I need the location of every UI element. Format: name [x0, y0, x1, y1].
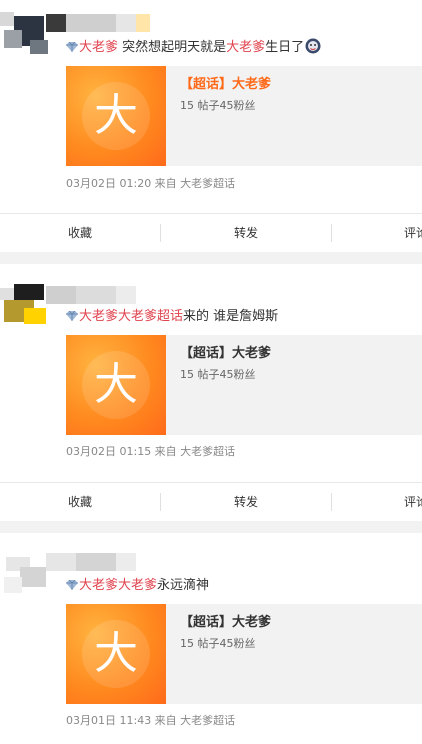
comment-button[interactable]: 评论: [404, 214, 422, 252]
post-card: 大老爹 突然想起明天就是大老爹生日了 大 【超话】大老爹 15 帖子45粉丝 0…: [0, 0, 422, 252]
post-meta: 03月02日 01:20 来自 大老爹超话: [66, 177, 236, 190]
topic-link[interactable]: 大老爹: [226, 40, 265, 55]
topic-thumbnail: 大: [66, 335, 166, 435]
diamond-icon: [66, 42, 78, 52]
post-text-segment: 生日了: [265, 40, 305, 55]
post-meta: 03月01日 11:43 来自 大老爹超话: [66, 714, 236, 727]
topic-thumbnail: 大: [66, 66, 166, 166]
post-text: 大老爹大老爹超话来的 谁是詹姆斯: [66, 308, 278, 326]
post-text-segment: 突然想起明天就是: [118, 40, 227, 55]
post-card: 大老爹大老爹超话来的 谁是詹姆斯 大 【超话】大老爹 15 帖子45粉丝 03月…: [0, 264, 422, 521]
post-text-segment: 来的 谁是詹姆斯: [183, 309, 279, 324]
post-meta: 03月02日 01:15 来自 大老爹超话: [66, 445, 236, 458]
topic-title: 【超话】大老爹: [180, 77, 272, 92]
username[interactable]: [46, 553, 136, 571]
topic-stats: 15 帖子45粉丝: [180, 99, 256, 112]
forward-button[interactable]: 转发: [161, 214, 331, 252]
topic-title: 【超话】大老爹: [180, 615, 272, 630]
topic-link[interactable]: 大老爹大老爹超话: [79, 309, 183, 324]
topic-stats: 15 帖子45粉丝: [180, 368, 256, 381]
action-bar: 收藏 转发 评论: [0, 213, 422, 252]
action-bar: 收藏 转发 评论: [0, 482, 422, 521]
post-text-segment: 永远滴神: [157, 578, 210, 593]
diamond-icon: [66, 580, 78, 590]
topic-card[interactable]: 大 【超话】大老爹 15 帖子45粉丝: [66, 604, 422, 704]
username[interactable]: [46, 286, 136, 304]
post-header: [0, 533, 422, 593]
diamond-icon: [66, 311, 78, 321]
topic-thumbnail: 大: [66, 604, 166, 704]
username[interactable]: [46, 14, 150, 32]
post-card: 大老爹大老爹永远滴神 大 【超话】大老爹 15 帖子45粉丝 03月01日 11…: [0, 533, 422, 744]
topic-card[interactable]: 大 【超话】大老爹 15 帖子45粉丝: [66, 335, 422, 435]
favorite-button[interactable]: 收藏: [0, 483, 160, 521]
topic-title: 【超话】大老爹: [180, 346, 272, 361]
forward-button[interactable]: 转发: [161, 483, 331, 521]
comment-button[interactable]: 评论: [404, 483, 422, 521]
topic-link[interactable]: 大老爹大老爹: [79, 578, 157, 593]
weibo-feed: 大老爹 突然想起明天就是大老爹生日了 大 【超话】大老爹 15 帖子45粉丝 0…: [0, 0, 422, 744]
favorite-button[interactable]: 收藏: [0, 214, 160, 252]
topic-stats: 15 帖子45粉丝: [180, 637, 256, 650]
post-text: 大老爹 突然想起明天就是大老爹生日了: [66, 38, 321, 57]
post-text: 大老爹大老爹永远滴神: [66, 577, 209, 595]
topic-link[interactable]: 大老爹: [79, 40, 118, 55]
topic-card[interactable]: 大 【超话】大老爹 15 帖子45粉丝: [66, 66, 422, 166]
emoji-icon: [305, 38, 321, 54]
